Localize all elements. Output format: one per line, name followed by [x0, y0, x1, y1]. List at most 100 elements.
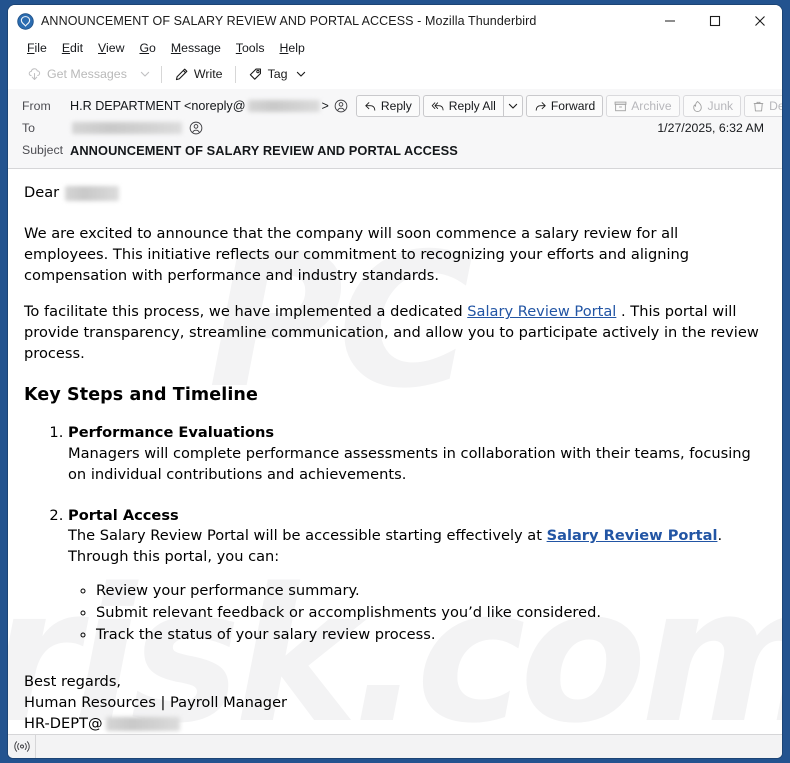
step-2-title: Portal Access — [68, 506, 179, 524]
from-label: From — [22, 99, 51, 113]
message-date: 1/27/2025, 6:32 AM — [657, 121, 764, 135]
menu-go-rest: o — [149, 41, 156, 55]
contact-avatar-icon[interactable] — [189, 121, 203, 135]
chevron-down-icon — [508, 103, 518, 109]
step-item-2: Portal Access The Salary Review Portal w… — [68, 506, 766, 646]
junk-flame-icon — [692, 100, 702, 112]
get-messages-dropdown[interactable] — [134, 62, 156, 86]
step-1-title: Performance Evaluations — [68, 423, 275, 441]
recipient-name-redaction — [65, 185, 120, 201]
to-address-redaction — [72, 122, 182, 134]
get-messages-button[interactable]: Get Messages — [20, 62, 134, 86]
tag-button[interactable]: Tag — [241, 62, 313, 86]
list-item: Review your performance summary. — [96, 580, 766, 602]
menu-tools[interactable]: Tools — [229, 39, 273, 57]
key-steps-list: Performance Evaluations Managers will co… — [24, 423, 766, 646]
close-button[interactable] — [737, 5, 782, 37]
write-button[interactable]: Write — [167, 62, 230, 86]
forward-button[interactable]: Forward — [525, 95, 604, 117]
section-heading: Key Steps and Timeline — [24, 384, 258, 405]
menu-message-rest: essage — [181, 41, 221, 55]
signature-domain-redaction — [105, 716, 180, 731]
write-label: Write — [193, 67, 223, 81]
forward-icon — [535, 101, 546, 111]
status-bar — [8, 734, 782, 758]
tag-label: Tag — [267, 67, 288, 81]
step-item-1: Performance Evaluations Managers will co… — [68, 423, 766, 486]
list-item: Track the status of your salary review p… — [96, 624, 766, 646]
maximize-button[interactable] — [692, 5, 737, 37]
message-body-content: Dear We are excited to announce that the… — [24, 183, 766, 734]
subject-value: ANNOUNCEMENT OF SALARY REVIEW AND PORTAL… — [70, 142, 458, 158]
portal-capabilities-list: Review your performance summary. Submit … — [68, 580, 766, 646]
from-value[interactable]: H.R DEPARTMENT <noreply@ > — [70, 99, 348, 113]
salary-review-portal-link-1[interactable]: Salary Review Portal — [467, 303, 616, 320]
menu-view-rest: iew — [106, 41, 125, 55]
contact-avatar-icon[interactable] — [334, 99, 348, 113]
menu-go[interactable]: Go — [132, 39, 163, 57]
reply-all-label: Reply All — [448, 99, 496, 113]
menu-message[interactable]: Message — [164, 39, 229, 57]
menu-view[interactable]: View — [91, 39, 132, 57]
greeting-text: Dear — [24, 183, 60, 201]
menu-file-rest: ile — [34, 41, 47, 55]
thunderbird-logo-icon — [17, 12, 34, 30]
paragraph-portal: To facilitate this process, we have impl… — [24, 302, 766, 365]
menu-bar: File Edit View Go Message Tools Help — [8, 37, 782, 59]
menu-edit-rest: dit — [70, 41, 84, 55]
subject-label: Subject — [22, 143, 64, 157]
message-header: From H.R DEPARTMENT <noreply@ > Reply Re… — [8, 89, 782, 169]
window-controls — [647, 5, 782, 37]
delete-button[interactable]: Delete — [744, 95, 782, 117]
from-address-suffix: > — [321, 99, 329, 113]
list-item: Submit relevant feedback or accomplishme… — [96, 602, 766, 624]
title-bar: ANNOUNCEMENT OF SALARY REVIEW AND PORTAL… — [8, 5, 782, 37]
chevron-down-icon — [140, 71, 150, 77]
junk-label: Junk — [707, 99, 734, 113]
salary-review-portal-link-2[interactable]: Salary Review Portal — [547, 527, 718, 544]
to-label: To — [22, 121, 35, 135]
paragraph-portal-before: To facilitate this process, we have impl… — [24, 303, 468, 321]
signature-email-prefix: HR-DEPT@ — [24, 714, 103, 732]
signature-line-2: Human Resources | Payroll Manager — [24, 693, 288, 711]
junk-button[interactable]: Junk — [682, 95, 742, 117]
from-address-prefix: H.R DEPARTMENT <noreply@ — [70, 99, 246, 113]
email-signature: Best regards, Human Resources | Payroll … — [24, 672, 766, 734]
reply-button[interactable]: Reply — [355, 95, 420, 117]
main-toolbar: Get Messages Write Tag — [8, 59, 782, 89]
reply-icon — [365, 101, 376, 111]
reply-all-icon — [431, 101, 444, 110]
tag-icon — [249, 68, 261, 80]
subject-row: Subject ANNOUNCEMENT OF SALARY REVIEW AN… — [8, 139, 782, 161]
archive-label: Archive — [631, 99, 672, 113]
reply-all-dropdown[interactable] — [502, 95, 523, 117]
step-1-text: Managers will complete performance asses… — [68, 444, 751, 483]
from-row: From H.R DEPARTMENT <noreply@ > Reply Re… — [8, 95, 782, 117]
reply-all-group: Reply All — [422, 95, 523, 117]
message-action-buttons: Reply Reply All Forward Archive Junk De — [355, 95, 782, 117]
minimize-icon — [664, 20, 675, 22]
menu-file[interactable]: File — [20, 39, 55, 57]
to-row: To 1/27/2025, 6:32 AM — [8, 117, 782, 139]
paragraph-intro: We are excited to announce that the comp… — [24, 224, 690, 284]
archive-button[interactable]: Archive — [606, 95, 680, 117]
menu-edit[interactable]: Edit — [55, 39, 91, 57]
reply-all-button[interactable]: Reply All — [422, 95, 503, 117]
signature-line-1: Best regards, — [24, 672, 122, 690]
to-value[interactable] — [70, 121, 203, 135]
step-2-text: The Salary Review Portal will be accessi… — [68, 526, 766, 568]
maximize-icon — [709, 15, 720, 27]
pencil-icon — [175, 68, 188, 80]
delete-label: Delete — [769, 99, 782, 113]
broadcast-online-icon — [13, 741, 30, 752]
from-domain-redaction — [247, 100, 320, 112]
toolbar-separator-2 — [234, 65, 236, 83]
get-messages-label: Get Messages — [47, 67, 127, 81]
message-body: PC risk.com Dear We are excited to annou… — [8, 168, 782, 734]
close-icon — [754, 16, 765, 26]
menu-help[interactable]: Help — [273, 39, 313, 57]
online-status-cell[interactable] — [8, 735, 36, 758]
forward-label: Forward — [550, 99, 596, 113]
trash-icon — [753, 101, 764, 111]
minimize-button[interactable] — [647, 5, 692, 37]
